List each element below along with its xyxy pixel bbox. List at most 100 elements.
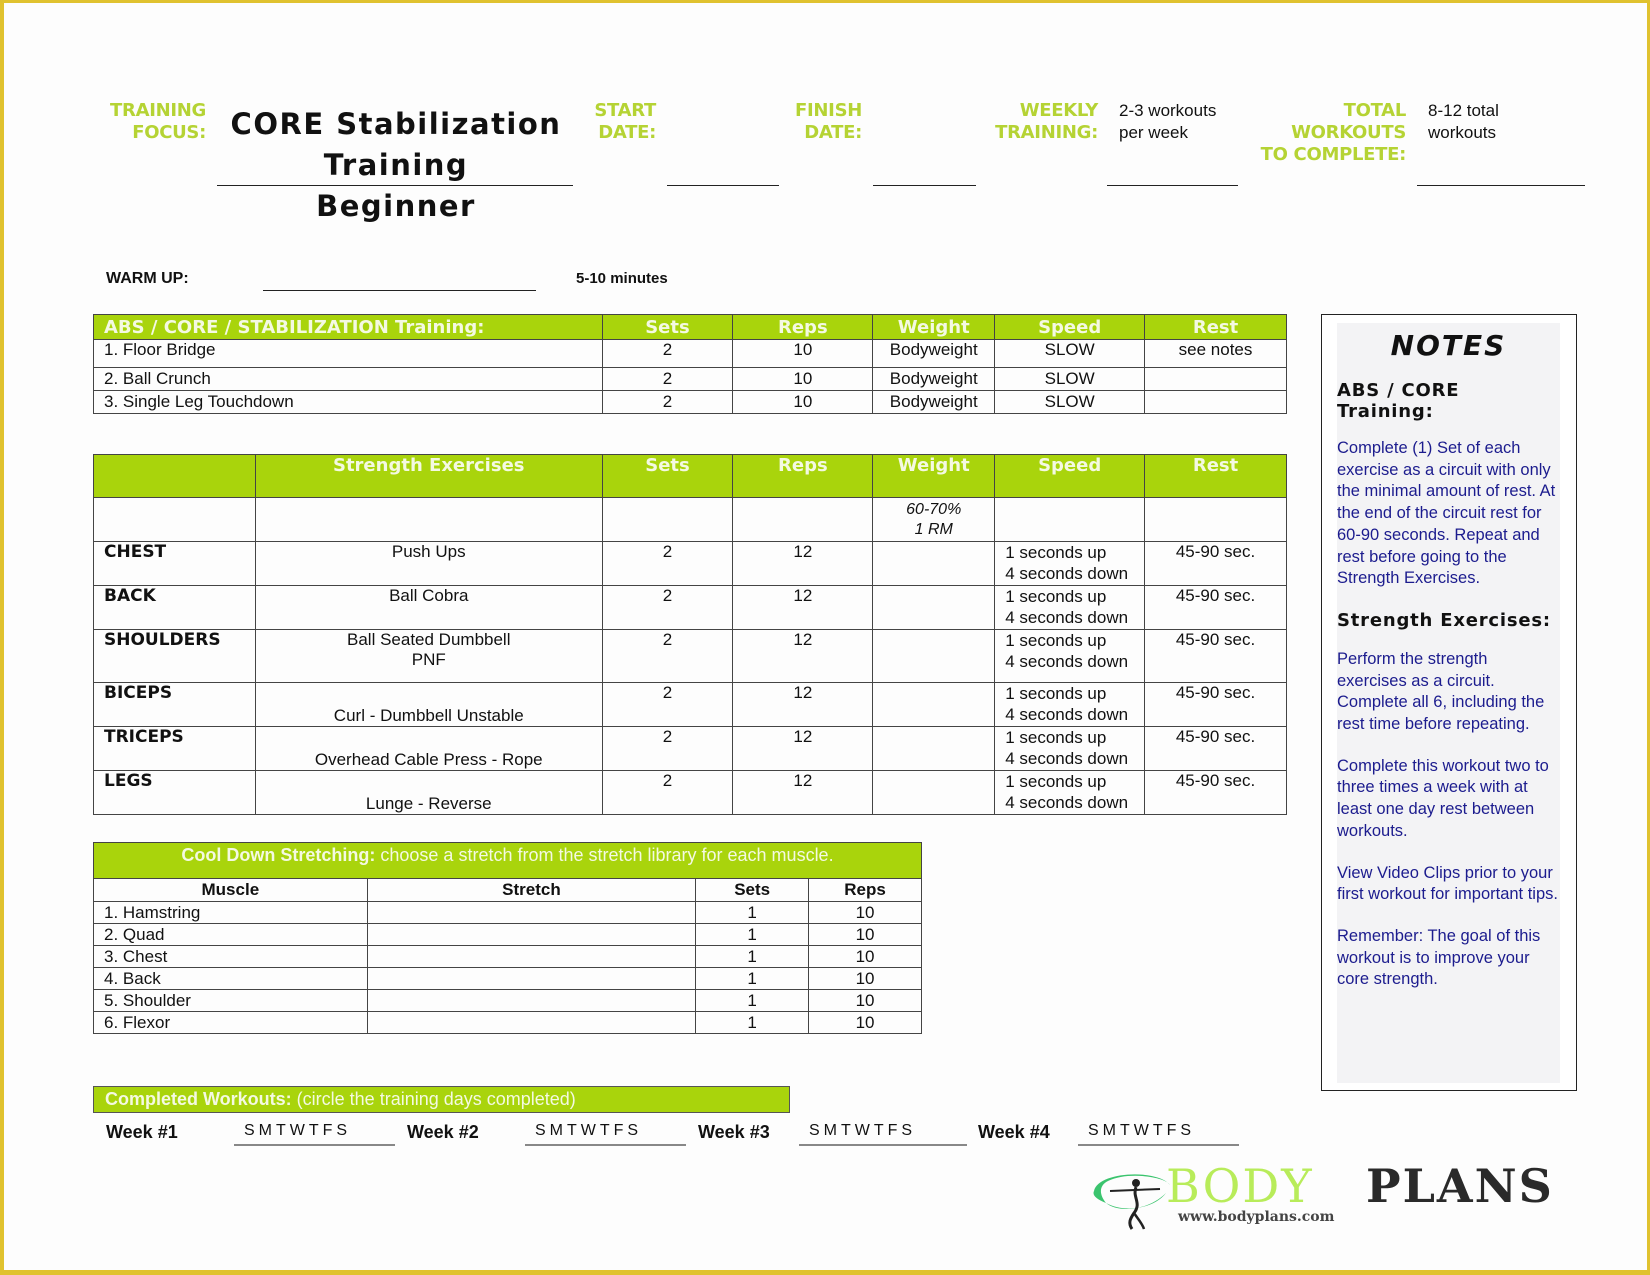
reps-cell[interactable]: 10 xyxy=(808,923,922,946)
start-date-field[interactable] xyxy=(667,185,779,186)
weight-cell[interactable] xyxy=(872,726,996,771)
table-row: TRICEPS Overhead Cable Press - Rope 2 12 1 s… xyxy=(93,726,1287,771)
rest-cell[interactable]: 45-90 sec. xyxy=(1144,682,1287,727)
rest-cell[interactable]: 45-90 sec. xyxy=(1144,770,1287,815)
weight-note-row: 60-70% 1 RM xyxy=(93,497,1287,542)
speed-cell[interactable]: 1 seconds up 4 seconds down xyxy=(994,541,1146,586)
bodyplans-logo: BODY PLANS www.bodyplans.com xyxy=(1088,1159,1578,1233)
logo-url[interactable]: www.bodyplans.com xyxy=(1178,1209,1334,1225)
weight-cell[interactable] xyxy=(872,770,996,815)
sets-cell[interactable]: 2 xyxy=(601,770,734,815)
sets-cell[interactable]: 2 xyxy=(601,682,734,727)
weekly-training-label: WEEKLY TRAINING: xyxy=(960,100,1098,144)
table-row: LEGS Lunge - Reverse 2 12 1 seconds up 4 seco… xyxy=(93,770,1287,815)
reps-cell[interactable]: 12 xyxy=(732,682,874,727)
sets-cell[interactable]: 1 xyxy=(695,923,810,946)
sets-cell[interactable]: 2 xyxy=(601,726,734,771)
reps-cell[interactable]: 12 xyxy=(732,629,874,683)
exercise-line: Curl - Dumbbell Unstable xyxy=(333,706,524,725)
table-row: 5. Shoulder 1 10 xyxy=(93,989,922,1012)
strength-header-row: Strength Exercises Sets Reps Weight Spee… xyxy=(93,454,1287,498)
reps-cell[interactable]: 12 xyxy=(732,541,874,586)
speed-cell[interactable]: 1 seconds up 4 seconds down xyxy=(994,629,1146,683)
speed-line: 4 seconds down xyxy=(1005,705,1129,724)
weight-cell[interactable]: Bodyweight xyxy=(872,367,996,391)
sets-cell[interactable]: 2 xyxy=(601,541,734,586)
sets-cell[interactable]: 1 xyxy=(695,945,810,968)
notes-heading-abs: ABS / CORE Training: xyxy=(1337,380,1460,422)
reps-cell[interactable]: 12 xyxy=(732,726,874,771)
sets-cell[interactable]: 2 xyxy=(601,390,734,414)
exercise-line: Push Ups xyxy=(391,542,466,561)
weight-cell[interactable] xyxy=(872,585,996,630)
weight-cell[interactable] xyxy=(872,541,996,586)
stretch-cell[interactable] xyxy=(366,989,697,1012)
stretch-cell[interactable] xyxy=(366,967,697,990)
rest-cell[interactable]: see notes xyxy=(1144,339,1287,368)
speed-line: 1 seconds up xyxy=(1005,587,1107,606)
notes-inner: NOTES ABS / CORE Training: Complete (1) … xyxy=(1337,323,1560,1083)
strength-header-muscle xyxy=(93,454,256,498)
week-4-days[interactable]: SMTWTFS xyxy=(1078,1122,1239,1146)
sets-cell[interactable]: 1 xyxy=(695,901,810,924)
reps-cell[interactable]: 10 xyxy=(732,339,874,368)
warmup-duration: 5-10 minutes xyxy=(576,270,668,287)
reps-cell[interactable]: 12 xyxy=(732,585,874,630)
sets-cell[interactable]: 1 xyxy=(695,989,810,1012)
rest-cell[interactable]: 45-90 sec. xyxy=(1144,629,1287,683)
speed-cell[interactable]: SLOW xyxy=(994,339,1146,368)
week-1-days[interactable]: SMTWTFS xyxy=(234,1122,395,1146)
label-line: DATE: xyxy=(598,122,656,143)
speed-cell[interactable]: 1 seconds up 4 seconds down xyxy=(994,770,1146,815)
label-line: TO COMPLETE: xyxy=(1260,144,1407,165)
title-line: CORE Stabilization xyxy=(230,107,562,141)
weight-cell[interactable]: Bodyweight xyxy=(872,339,996,368)
speed-cell[interactable]: 1 seconds up 4 seconds down xyxy=(994,726,1146,771)
finish-date-field[interactable] xyxy=(873,185,976,186)
rest-cell[interactable]: 45-90 sec. xyxy=(1144,585,1287,630)
weight-cell[interactable] xyxy=(872,682,996,727)
rest-cell[interactable]: 45-90 sec. xyxy=(1144,726,1287,771)
weight-cell[interactable]: Bodyweight xyxy=(872,390,996,414)
speed-cell[interactable]: 1 seconds up 4 seconds down xyxy=(994,585,1146,630)
reps-cell[interactable]: 10 xyxy=(808,989,922,1012)
rest-cell[interactable] xyxy=(1144,390,1287,414)
reps-cell[interactable]: 10 xyxy=(808,1011,922,1034)
speed-line: 4 seconds down xyxy=(1005,749,1129,768)
notes-paragraph: View Video Clips prior to your first wor… xyxy=(1337,863,1558,904)
sets-cell[interactable]: 1 xyxy=(695,1011,810,1034)
reps-cell[interactable]: 10 xyxy=(808,901,922,924)
label-line: FOCUS: xyxy=(132,122,206,143)
week-2-days[interactable]: SMTWTFS xyxy=(525,1122,686,1146)
week-3-days[interactable]: SMTWTFS xyxy=(799,1122,967,1146)
weight-cell[interactable] xyxy=(872,629,996,683)
exercise-cell: Ball Seated Dumbbell PNF xyxy=(254,629,603,683)
abs-header-reps: Reps xyxy=(732,314,874,340)
stretch-cell[interactable] xyxy=(366,945,697,968)
stretch-cell[interactable] xyxy=(366,901,697,924)
warmup-field[interactable] xyxy=(263,290,536,291)
sets-cell[interactable]: 2 xyxy=(601,585,734,630)
reps-cell[interactable]: 10 xyxy=(808,945,922,968)
notes-heading-strength: Strength Exercises: xyxy=(1337,609,1551,631)
cooldown-header-row: Muscle Stretch Sets Reps xyxy=(93,878,922,902)
rest-cell[interactable]: 45-90 sec. xyxy=(1144,541,1287,586)
speed-cell[interactable]: SLOW xyxy=(994,367,1146,391)
sets-cell[interactable]: 2 xyxy=(601,367,734,391)
reps-cell[interactable]: 12 xyxy=(732,770,874,815)
sets-cell[interactable]: 1 xyxy=(695,967,810,990)
figure-in-ring-icon xyxy=(1093,1174,1170,1230)
speed-cell[interactable]: SLOW xyxy=(994,390,1146,414)
speed-cell[interactable]: 1 seconds up 4 seconds down xyxy=(994,682,1146,727)
reps-cell[interactable]: 10 xyxy=(808,967,922,990)
stretch-cell[interactable] xyxy=(366,923,697,946)
sets-cell[interactable]: 2 xyxy=(601,629,734,683)
stretch-cell[interactable] xyxy=(366,1011,697,1034)
title-line: Training xyxy=(323,148,469,182)
reps-cell[interactable]: 10 xyxy=(732,367,874,391)
rest-cell[interactable] xyxy=(1144,367,1287,391)
reps-cell[interactable]: 10 xyxy=(732,390,874,414)
cooldown-title: Cool Down Stretching: choose a stretch f… xyxy=(93,842,922,879)
sets-cell[interactable]: 2 xyxy=(601,339,734,368)
exercise-cell: 1. Floor Bridge xyxy=(93,339,603,368)
